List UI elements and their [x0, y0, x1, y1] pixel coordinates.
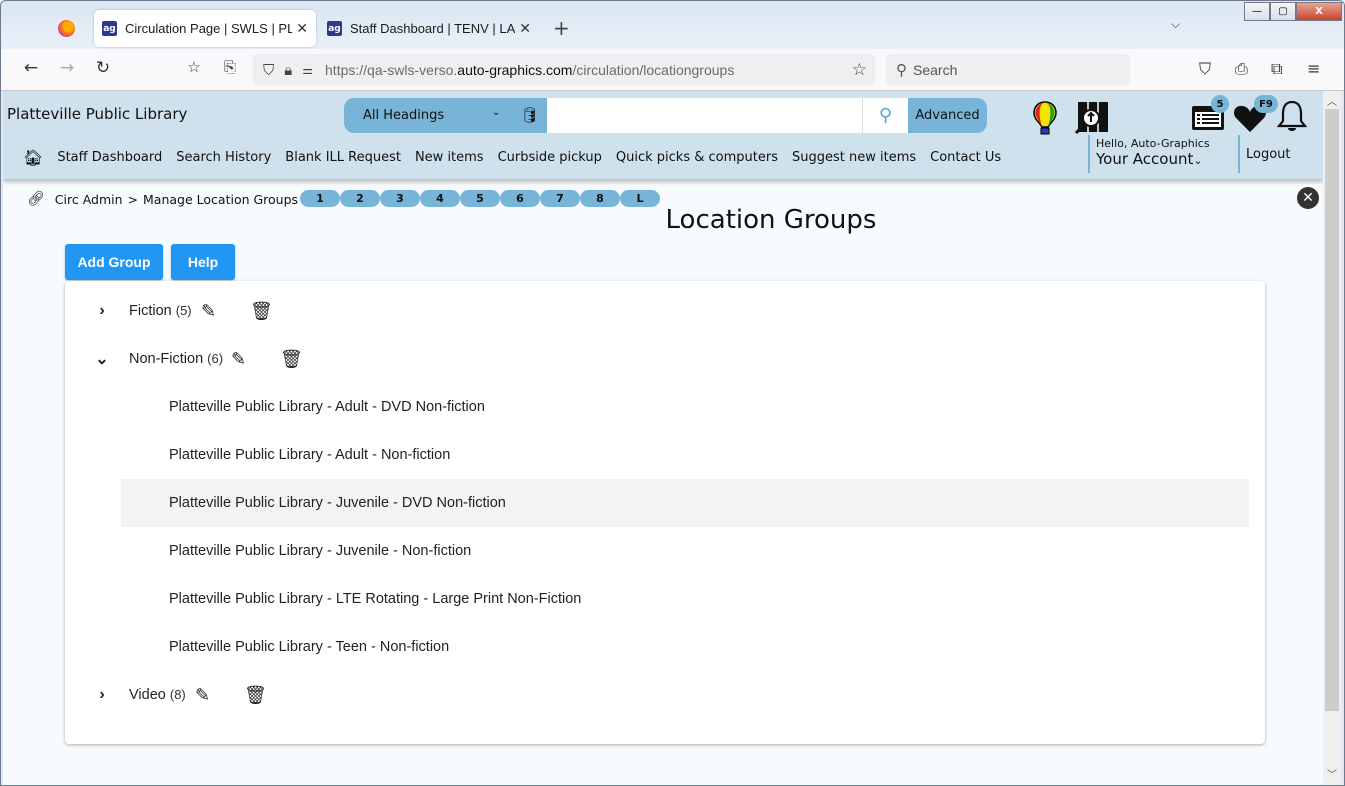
menu-item-blank-ill-request[interactable]: Blank ILL Request — [285, 150, 401, 165]
permissions-icon[interactable]: ⚌ — [302, 63, 313, 77]
location-list-item[interactable]: Platteville Public Library - Teen - Non-… — [121, 623, 1249, 671]
tab-circulation-page[interactable]: ag Circulation Page | SWLS | PLATT ✕ — [94, 10, 316, 47]
scroll-down-arrow-icon[interactable]: ﹀ — [1323, 766, 1341, 781]
location-list-item[interactable]: Platteville Public Library - Adult - Non… — [121, 431, 1249, 479]
group-row-video: › Video (8) ✎ 🗑︎ — [65, 671, 1265, 719]
help-button[interactable]: Help — [171, 244, 235, 280]
edit-pencil-icon[interactable]: ✎ — [195, 685, 210, 706]
browser-search-field[interactable]: ⚲ Search — [886, 54, 1130, 85]
menu-item-staff-dashboard[interactable]: Staff Dashboard — [57, 150, 162, 165]
lists-count-badge: 5 — [1211, 95, 1229, 113]
site-header: Platteville Public Library All Headings … — [3, 91, 1323, 179]
group-name[interactable]: Fiction (5) — [129, 303, 192, 319]
ag-logo-icon: ag — [102, 21, 117, 36]
add-group-button[interactable]: Add Group — [65, 244, 163, 280]
location-list-item[interactable]: Platteville Public Library - Juvenile - … — [121, 479, 1249, 527]
group-name[interactable]: Video (8) — [129, 687, 186, 703]
reload-icon[interactable]: ↻ — [91, 58, 115, 78]
favorites-badge: F9 — [1254, 95, 1278, 113]
search-scope-value: All Headings — [363, 108, 445, 123]
bookmark-star-page-icon[interactable]: ☆ — [182, 58, 206, 76]
menu-item-contact-us[interactable]: Contact Us — [930, 150, 1001, 165]
menu-item-curbside-pickup[interactable]: Curbside pickup — [498, 150, 602, 165]
delete-trash-icon[interactable]: 🗑︎ — [280, 349, 303, 370]
firefox-logo-icon[interactable] — [58, 20, 75, 37]
url-text[interactable]: https://qa-swls-verso.auto-graphics.com/… — [325, 62, 852, 78]
tab-label: Staff Dashboard | TENV | LAFOL — [350, 21, 516, 36]
bookmark-star-icon[interactable]: ☆ — [852, 60, 867, 80]
window-controls: — ▢ X — [1244, 2, 1342, 21]
catalog-search: All Headings ⌄ 🛢︎ ⚲ Advanced — [344, 98, 987, 133]
location-list-item[interactable]: Platteville Public Library - Adult - DVD… — [121, 383, 1249, 431]
browser-nav-bar: ← → ↻ ☆ ⎘ ⛉ 🔒︎ ⚌ https://qa-swls-verso.a… — [1, 49, 1344, 91]
database-icon[interactable]: 🛢︎ — [520, 106, 539, 124]
browser-window: ag Circulation Page | SWLS | PLATT ✕ ag … — [0, 0, 1345, 786]
print-icon[interactable]: ⎙ — [1235, 59, 1248, 79]
location-list-item[interactable]: Platteville Public Library - Juvenile - … — [121, 527, 1249, 575]
lock-icon[interactable]: 🔒︎ — [284, 61, 292, 79]
scroll-up-arrow-icon[interactable]: ︿ — [1323, 93, 1341, 108]
search-scope-select[interactable]: All Headings ⌄ 🛢︎ — [344, 98, 547, 133]
main-menu: 🏠︎ Staff Dashboard Search History Blank … — [23, 148, 1015, 167]
tab-staff-dashboard[interactable]: ag Staff Dashboard | TENV | LAFOL ✕ — [319, 10, 539, 47]
back-arrow-icon[interactable]: ← — [19, 58, 43, 78]
library-name: Platteville Public Library — [7, 105, 188, 123]
maximize-button[interactable]: ▢ — [1270, 2, 1296, 21]
forward-arrow-icon[interactable]: → — [55, 58, 79, 78]
ag-logo-icon: ag — [327, 21, 342, 36]
share-icon[interactable]: ⎘ — [218, 58, 242, 76]
location-list-item[interactable]: Platteville Public Library - LTE Rotatin… — [121, 575, 1249, 623]
close-tab-icon[interactable]: ✕ — [519, 21, 531, 37]
search-input[interactable] — [547, 98, 862, 133]
tab-strip: ag Circulation Page | SWLS | PLATT ✕ ag … — [1, 1, 1344, 49]
logout-link[interactable]: Logout — [1238, 135, 1291, 173]
search-icon: ⚲ — [896, 61, 907, 79]
tab-label: Circulation Page | SWLS | PLATT — [125, 21, 292, 36]
chevron-down-icon: ⌄ — [492, 107, 501, 118]
home-icon[interactable]: 🏠︎ — [23, 148, 43, 167]
chevron-right-icon[interactable]: › — [95, 686, 109, 704]
chevron-down-icon[interactable]: ⌄ — [95, 349, 109, 369]
address-bar[interactable]: ⛉ 🔒︎ ⚌ https://qa-swls-verso.auto-graphi… — [253, 54, 875, 85]
chevron-right-icon[interactable]: › — [95, 302, 109, 320]
search-placeholder: Search — [913, 61, 958, 78]
menu-item-new-items[interactable]: New items — [415, 150, 484, 165]
account-greeting: Hello, Auto-Graphics — [1096, 137, 1210, 150]
group-name[interactable]: Non-Fiction (6) — [129, 351, 223, 367]
location-groups-card: › Fiction (5) ✎ 🗑︎ ⌄ Non-Fiction (6) ✎ 🗑… — [65, 281, 1265, 744]
menu-item-search-history[interactable]: Search History — [176, 150, 271, 165]
menu-item-quick-picks[interactable]: Quick picks & computers — [616, 150, 778, 165]
pocket-icon[interactable]: ⛉ — [1199, 59, 1211, 79]
bell-notifications-icon[interactable] — [1276, 99, 1308, 139]
close-tab-icon[interactable]: ✕ — [296, 21, 308, 37]
account-menu[interactable]: Hello, Auto-Graphics Your Account⌄ — [1088, 135, 1210, 173]
scrollbar-thumb[interactable] — [1325, 109, 1339, 711]
group-row-non-fiction: ⌄ Non-Fiction (6) ✎ 🗑︎ — [65, 335, 1265, 383]
delete-trash-icon[interactable]: 🗑︎ — [244, 685, 267, 706]
new-tab-button[interactable]: + — [553, 16, 570, 40]
catalog-search-shelf-icon[interactable] — [1074, 101, 1110, 139]
search-button[interactable]: ⚲ — [862, 98, 908, 133]
list-tabs-chevron-icon[interactable]: ⌵ — [1171, 17, 1180, 32]
page-scrollbar[interactable]: ︿ ﹀ — [1323, 91, 1341, 785]
minimize-button[interactable]: — — [1244, 2, 1270, 21]
hot-air-balloon-icon[interactable] — [1033, 101, 1057, 139]
menu-item-suggest-new-items[interactable]: Suggest new items — [792, 150, 916, 165]
your-account-label[interactable]: Your Account — [1096, 150, 1193, 168]
page-viewport: Platteville Public Library All Headings … — [3, 91, 1323, 785]
page-title: Location Groups — [665, 205, 877, 235]
edit-pencil-icon[interactable]: ✎ — [201, 301, 216, 322]
close-window-button[interactable]: X — [1296, 2, 1342, 21]
group-row-fiction: › Fiction (5) ✎ 🗑︎ — [65, 287, 1265, 335]
search-icon: ⚲ — [878, 105, 893, 126]
chevron-down-icon: ⌄ — [1193, 154, 1203, 167]
shield-icon[interactable]: ⛉ — [263, 61, 274, 79]
edit-pencil-icon[interactable]: ✎ — [231, 349, 246, 370]
menu-hamburger-icon[interactable]: ≡ — [1307, 59, 1320, 78]
advanced-search-button[interactable]: Advanced — [908, 98, 987, 133]
extensions-icon[interactable]: ⧉ — [1271, 59, 1282, 79]
delete-trash-icon[interactable]: 🗑︎ — [250, 301, 273, 322]
